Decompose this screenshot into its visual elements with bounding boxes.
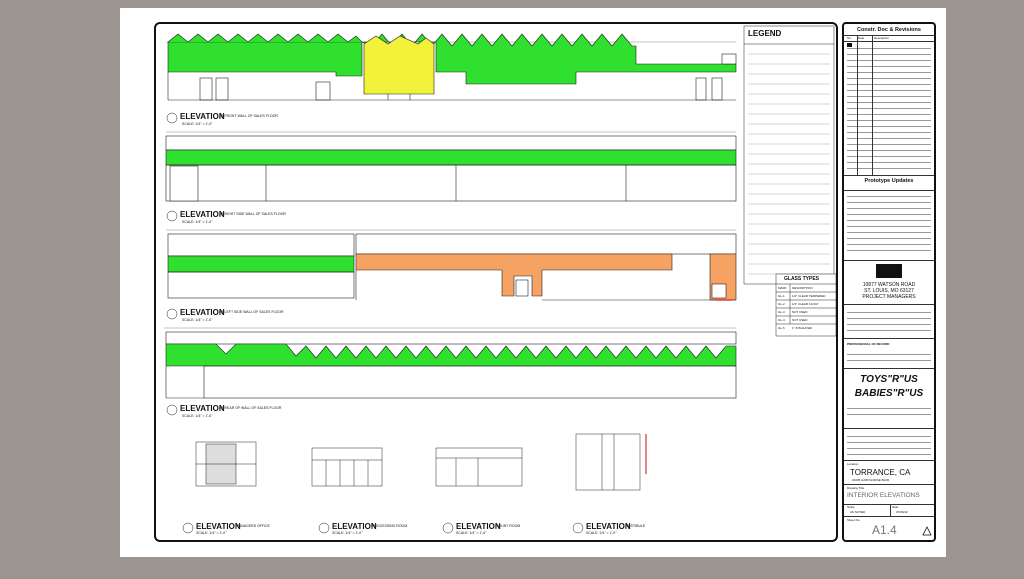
elevation-scale: SCALE: 1/4" = 1'-0" [456,531,487,535]
scale-value: AS NOTED [850,510,866,514]
glass-type-mark: GL-3 [778,310,785,314]
elevation-title: ELEVATION [332,522,377,531]
legend-title: LEGEND [748,29,782,38]
glass-type-desc: NOT USED [792,310,808,314]
sheet-number: A1.4 [872,523,897,537]
address-value: 20205 HAWTHORNE BLVD. [852,478,891,482]
glass-type-desc: 1" INSULATED [792,326,813,330]
sheet-label: Sheet No. [847,518,861,522]
date-label: Date [892,505,899,509]
elevation-right-wall [165,131,737,202]
elevation-subtitle: @ RIGHT SIDE WALL OF SALES FLOOR [220,212,286,216]
legend-box [743,25,836,337]
elevation-subtitle: MANAGERS OFFICE [236,524,270,528]
glass-type-mark: GL-1 [778,294,785,298]
elevation-scale: SCALE: 1/4" = 1'-0" [182,122,213,126]
glass-types-title: GLASS TYPES [784,276,820,282]
elevation-title: ELEVATION [180,308,225,317]
revisions-header: Date [858,36,865,40]
elevation-title: ELEVATION [180,404,225,413]
elevation-scale: SCALE: 1/4" = 1'-0" [182,220,213,224]
glass-type-mark: GL-2 [778,302,785,306]
elevation-rear-wall [164,327,737,399]
location-label: Location [847,462,859,466]
professional-label: PROFESSIONAL OF RECORD [847,342,890,346]
yellow-wall-band [363,35,435,95]
firm-role: PROJECT MANAGERS [862,294,916,300]
location-value: TORRANCE, CA [850,468,911,477]
drawing-title-label: Drawing Title [847,486,865,490]
drawing-frame: ELEVATION @ FRONT WALL OF SALES FLOOR SC… [154,22,838,542]
title-block: Constr. Doc & Revisions No. Date Descrip… [842,22,936,542]
elevation-title: ELEVATION [586,522,631,531]
scale-label: Scale [847,505,855,509]
brand-logo-toysrus: TOYS"R"US [860,374,918,385]
green-wall-band [165,149,737,166]
revision-triangle-icon [922,526,932,536]
green-wall-band [167,255,355,273]
revision-marker [847,43,852,47]
elevation-scale: SCALE: 1/4" = 1'-0" [182,318,213,322]
elevation-front-wall [166,33,737,101]
orange-wall-band [355,253,673,297]
elevation-subtitle: @ FRONT WALL OF SALES FLOOR [220,114,278,118]
elevation-title: ELEVATION [456,522,501,531]
elevation-subtitle: PROCESSING ROOM [372,524,408,528]
glass-type-mark: GL-5 [778,326,785,330]
elevation-left-wall [166,229,737,301]
elevation-scale: SCALE: 1/4" = 1'-0" [586,531,617,535]
elevation-subtitle: @ LEFT SIDE WALL OF SALES FLOOR [220,310,284,314]
glass-type-desc: 1/4" CLEAR FLOAT [792,302,819,306]
elevation-drawings [164,25,836,534]
glass-type-desc: 1/4" CLEAR TEMPERED [792,294,826,298]
elevation-subtitle: COUNT ROOM [496,524,521,528]
glass-type-desc: NOT USED [792,318,808,322]
green-wall-band [165,343,737,367]
elevation-scale: SCALE: 1/4" = 1'-0" [196,531,227,535]
elevation-subtitle: @ REAR OF WALL OF SALES FLOOR [220,406,282,410]
brand-logo-babiesrus: BABIES"R"US [854,388,924,399]
elevation-subtitle: VESTIBULE [626,524,646,528]
small-elevations [195,433,647,491]
elevation-scale: SCALE: 1/4" = 1'-0" [332,531,363,535]
prototype-title: Prototype Updates [864,178,914,184]
revisions-header: Description [874,36,890,40]
revisions-header: No. [847,36,852,40]
elevation-title: ELEVATION [196,522,241,531]
elevation-scale: SCALE: 1/4" = 1'-0" [182,414,213,418]
glass-type-mark: GL-4 [778,318,785,322]
drawing-title-value: INTERIOR ELEVATIONS [847,492,920,499]
revisions-title: Constr. Doc & Revisions [857,27,921,33]
firm-logo-icon [876,264,902,278]
elevation-title: ELEVATION [180,112,225,121]
glass-types-header: MARK [778,286,787,290]
elevation-title: ELEVATION [180,210,225,219]
date-value: 07/26/12 [896,510,908,514]
glass-types-header: DESCRIPTION [792,286,813,290]
